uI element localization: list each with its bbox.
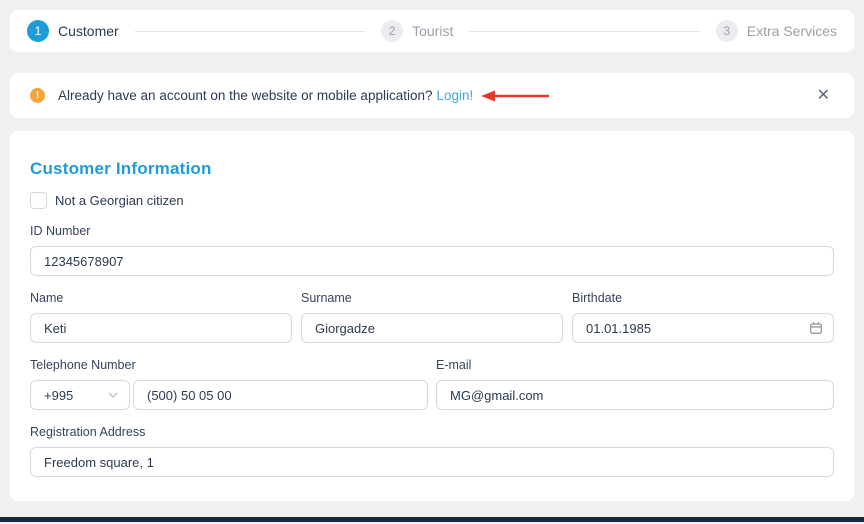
calendar-icon[interactable] [809, 321, 823, 335]
wizard-stepper: 1 Customer 2 Tourist 3 Extra Services [10, 10, 854, 52]
email-label: E-mail [436, 358, 472, 372]
id-number-field-group: ID Number [30, 224, 834, 276]
login-link[interactable]: Login! [437, 88, 474, 103]
id-number-label: ID Number [30, 224, 91, 238]
bottom-edge-bar [0, 517, 864, 522]
name-surname-birthdate-row: Name Surname Birthdate [30, 291, 834, 343]
chevron-down-icon [108, 392, 118, 398]
stepper-step-tourist[interactable]: 2 Tourist [381, 20, 453, 42]
address-label: Registration Address [30, 425, 146, 439]
phone-label: Telephone Number [30, 358, 136, 372]
name-field-group: Name [30, 291, 292, 343]
close-icon[interactable]: ✕ [813, 86, 834, 106]
customer-information-card: Customer Information Not a Georgian citi… [10, 131, 854, 501]
phone-field-group: Telephone Number +995 [30, 358, 428, 410]
banner-message: Already have an account on the website o… [58, 88, 473, 103]
stepper-connector [469, 30, 700, 32]
country-code-value: +995 [44, 387, 74, 403]
warning-glyph: ! [35, 90, 40, 101]
step-2-circle: 2 [381, 20, 404, 42]
step-3-number: 3 [723, 24, 731, 38]
phone-number-input[interactable] [133, 380, 428, 410]
form-title: Customer Information [30, 159, 212, 178]
red-arrow-annotation-icon [481, 90, 550, 101]
name-label: Name [30, 291, 64, 305]
not-georgian-citizen-checkbox[interactable] [30, 192, 47, 209]
birthdate-field-group: Birthdate [572, 291, 834, 343]
login-banner: ! Already have an account on the website… [10, 73, 854, 118]
registration-address-input[interactable] [30, 447, 834, 477]
step-3-label: Extra Services [746, 23, 838, 39]
step-1-label: Customer [58, 23, 119, 39]
stepper-connector [134, 30, 366, 32]
id-number-input[interactable] [30, 246, 834, 276]
email-input[interactable] [436, 380, 834, 410]
stepper-step-customer[interactable]: 1 Customer [27, 20, 119, 42]
step-1-circle: 1 [27, 20, 49, 42]
country-code-select[interactable]: +995 [30, 380, 130, 410]
surname-label: Surname [301, 291, 352, 305]
stepper-step-extra-services[interactable]: 3 Extra Services [715, 20, 838, 42]
surname-input[interactable] [301, 313, 563, 343]
step-3-circle: 3 [715, 20, 738, 42]
warning-icon: ! [30, 88, 45, 103]
phone-email-row: Telephone Number +995 E-mail [30, 358, 834, 410]
birthdate-input[interactable] [572, 313, 834, 343]
banner-message-text: Already have an account on the website o… [58, 88, 433, 103]
step-1-number: 1 [34, 24, 42, 38]
phone-input-group: +995 [30, 380, 428, 410]
citizen-checkbox-row[interactable]: Not a Georgian citizen [30, 192, 834, 209]
birthdate-input-wrap [572, 313, 834, 343]
birthdate-label: Birthdate [572, 291, 623, 305]
surname-field-group: Surname [301, 291, 563, 343]
name-input[interactable] [30, 313, 292, 343]
step-2-number: 2 [388, 24, 396, 38]
email-field-group: E-mail [436, 358, 834, 410]
step-2-label: Tourist [412, 23, 454, 39]
citizen-checkbox-label: Not a Georgian citizen [55, 193, 184, 208]
address-field-group: Registration Address [30, 425, 834, 477]
